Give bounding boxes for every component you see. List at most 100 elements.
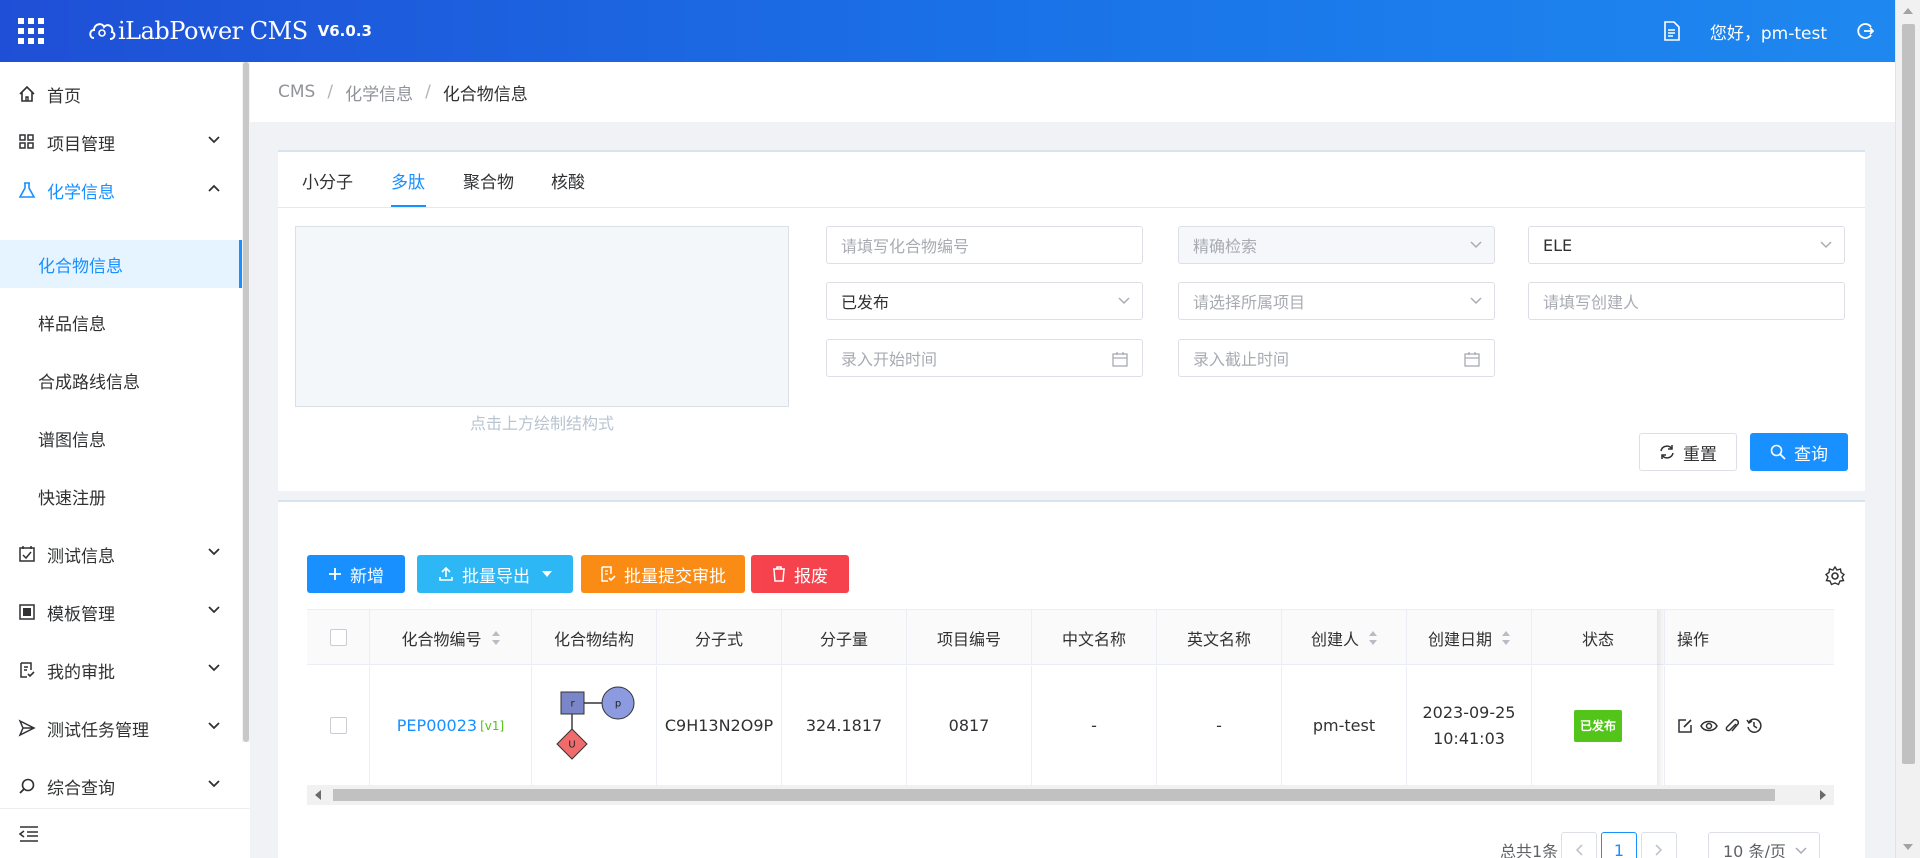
compound-number-input[interactable]: 请填写化合物编号 [826,226,1143,264]
sidebar-item-test-tasks[interactable]: 测试任务管理 [0,704,242,752]
sidebar-subitem-spectra[interactable]: 谱图信息 [0,414,242,462]
scroll-left-arrow-icon[interactable] [315,790,321,800]
column-header-formula: 分子式 [657,610,782,665]
select-all-cell [307,610,370,665]
table-horizontal-scrollbar[interactable] [307,785,1834,805]
chevron-down-icon [208,780,220,788]
chevron-right-icon [1655,844,1663,856]
sidebar-item-label: 我的审批 [47,662,115,683]
compound-type-tabs: 小分子 多肽 聚合物 核酸 [278,152,1865,208]
row-select-cell [307,666,370,785]
add-button[interactable]: 新增 [307,555,405,593]
column-header-date[interactable]: 创建日期 [1407,610,1532,665]
table-cell-formula: C9H13N2O9P [657,666,782,785]
paperclip-icon[interactable] [1725,718,1739,734]
sidebar-scrollbar-thumb[interactable] [243,62,249,742]
sidebar-item-projects[interactable]: 项目管理 [0,118,242,166]
sidebar-subitem-compounds[interactable]: 化合物信息 [0,240,242,288]
fixed-column-shadow [1657,610,1665,785]
sidebar-item-approvals[interactable]: 我的审批 [0,646,242,694]
scroll-up-arrow-icon[interactable] [1903,8,1913,14]
sort-icon[interactable] [1369,630,1377,645]
next-page-button[interactable] [1641,832,1677,858]
column-header-creator[interactable]: 创建人 [1282,610,1407,665]
chevron-down-icon [1118,297,1130,305]
logout-icon[interactable] [1855,21,1875,41]
prev-page-button[interactable] [1561,832,1597,858]
sidebar-item-label: 项目管理 [47,134,115,155]
column-header-project: 项目编号 [907,610,1032,665]
breadcrumb-root[interactable]: CMS [278,82,315,102]
tab-polymer[interactable]: 聚合物 [463,168,514,193]
sort-icon[interactable] [1502,630,1510,645]
page-number-button[interactable]: 1 [1601,832,1637,858]
column-header-compound-no[interactable]: 化合物编号 [370,610,532,665]
select-all-checkbox[interactable] [329,629,347,646]
page-size-value: 10 条/页 [1723,842,1786,858]
column-header-label: 分子式 [694,629,743,649]
peptide-structure-thumbnail[interactable]: r p U [548,683,640,769]
page-size-select[interactable]: 10 条/页 [1708,832,1820,858]
batch-export-button[interactable]: 批量导出 [417,555,573,593]
sidebar-item-chemistry[interactable]: 化学信息 [0,166,242,214]
sidebar-subitem-label: 谱图信息 [38,430,106,451]
sidebar-subitem-synthesis-routes[interactable]: 合成路线信息 [0,356,242,404]
calendar-icon [1112,352,1128,367]
search-panel: 小分子 多肽 聚合物 核酸 点击上方绘制结构式 请填写化合物编号 精确检索 EL… [278,150,1865,491]
creator-input[interactable]: 请填写创建人 [1528,282,1845,320]
table-cell-cn-name: - [1032,666,1157,785]
sidebar-item-templates[interactable]: 模板管理 [0,588,242,636]
start-time-picker[interactable]: 录入开始时间 [826,339,1143,377]
sidebar-subitem-quick-register[interactable]: 快速注册 [0,472,242,520]
chevron-down-icon [208,722,220,730]
caret-down-icon [542,571,552,577]
tab-peptide[interactable]: 多肽 [391,168,425,193]
sort-icon[interactable] [491,630,500,645]
app-logo[interactable]: iLabPower CMS V6.0.3 [88,14,372,48]
structure-draw-hint: 点击上方绘制结构式 [469,414,614,433]
column-header-label: 化合物编号 [401,629,482,649]
breadcrumb-parent[interactable]: 化学信息 [345,80,413,105]
query-button-label: 查询 [1794,444,1828,465]
apps-grid-icon[interactable] [18,18,44,44]
end-time-picker[interactable]: 录入截止时间 [1178,339,1495,377]
sidebar-subitem-samples[interactable]: 样品信息 [0,298,242,346]
sidebar-item-query[interactable]: 综合查询 [0,762,242,810]
collapse-menu-icon[interactable] [19,825,39,843]
sidebar-item-label: 测试信息 [47,546,115,567]
cloud-logo-icon [89,23,116,40]
batch-submit-approval-button[interactable]: 批量提交审批 [581,555,745,593]
calendar-icon [1464,352,1480,367]
table-scrollbar-thumb[interactable] [333,789,1775,801]
page-vertical-scrollbar[interactable] [1895,0,1920,858]
document-icon[interactable] [1664,21,1680,41]
match-mode-select[interactable]: 精确检索 [1178,226,1495,264]
project-select[interactable]: 请选择所属项目 [1178,282,1495,320]
reset-button[interactable]: 重置 [1639,433,1737,471]
sidebar-item-home[interactable]: 首页 [0,70,242,118]
compound-number-link[interactable]: PEP00023 [397,713,477,739]
discard-button[interactable]: 报废 [751,555,849,593]
tab-small-molecule[interactable]: 小分子 [302,168,353,193]
page-scrollbar-thumb[interactable] [1902,24,1915,764]
sidebar-scrollbar[interactable] [242,62,250,742]
row-checkbox[interactable] [329,717,347,734]
scroll-down-arrow-icon[interactable] [1903,844,1913,850]
column-header-structure: 化合物结构 [532,610,657,665]
history-icon[interactable] [1746,717,1762,734]
table-cell-status: 已发布 [1532,666,1665,785]
element-select[interactable]: ELE [1528,226,1845,264]
eye-icon[interactable] [1700,718,1718,734]
status-select[interactable]: 已发布 [826,282,1143,320]
structure-draw-area[interactable] [295,226,789,407]
chevron-down-icon [1795,847,1807,855]
settings-gear-icon[interactable] [1825,566,1845,586]
edit-icon[interactable] [1677,718,1693,734]
query-button[interactable]: 查询 [1750,433,1848,471]
tab-nucleic-acid[interactable]: 核酸 [551,168,585,193]
search-icon [19,778,35,794]
user-greeting[interactable]: 您好，pm-test [1710,19,1827,44]
sidebar-item-tests[interactable]: 测试信息 [0,530,242,578]
scroll-right-arrow-icon[interactable] [1820,790,1826,800]
template-icon [19,604,35,620]
